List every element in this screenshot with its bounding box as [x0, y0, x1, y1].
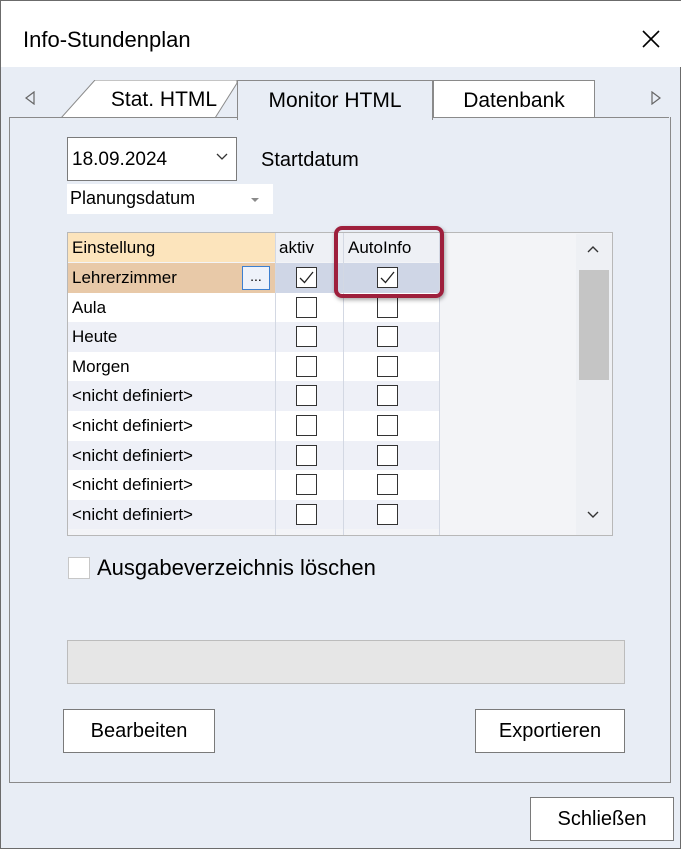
window-title: Info-Stundenplan: [23, 27, 191, 52]
dropdown-arrow-icon: [251, 198, 259, 202]
column-header-aktiv[interactable]: aktiv: [275, 233, 343, 262]
autoinfo-highlight-box: [334, 226, 444, 298]
row-name-cell[interactable]: <nicht definiert>: [68, 470, 275, 500]
triangle-left-icon: [25, 90, 35, 106]
row-name-cell[interactable]: <nicht definiert>: [68, 411, 275, 441]
tab-scroll-right-button[interactable]: [651, 90, 661, 110]
triangle-right-icon: [651, 90, 661, 106]
tab-monitor-html-label: Monitor HTML: [268, 89, 402, 112]
scrollbar-thumb[interactable]: [579, 270, 609, 380]
tab-datenbank-label: Datenbank: [463, 89, 565, 112]
chevron-down-icon: [216, 153, 228, 160]
delete-output-dir-label: Ausgabeverzeichnis löschen: [97, 555, 376, 580]
autoinfo-checkbox[interactable]: [377, 326, 398, 348]
row-name-cell[interactable]: <nicht definiert>: [68, 381, 275, 411]
autoinfo-checkbox[interactable]: [377, 415, 398, 436]
autoinfo-checkbox[interactable]: [377, 444, 398, 466]
autoinfo-checkbox[interactable]: [377, 355, 398, 377]
title-bar: Info-Stundenplan: [1, 1, 681, 67]
row-name-cell[interactable]: Heute: [68, 322, 275, 352]
row-name-cell[interactable]: Morgen: [68, 351, 275, 382]
chevron-down-icon[interactable]: [586, 510, 600, 520]
progress-bar: [67, 640, 625, 684]
aktiv-checkbox[interactable]: [296, 415, 317, 436]
close-icon: [642, 30, 660, 48]
aktiv-checkbox[interactable]: [296, 474, 317, 496]
start-date-value: 18.09.2024: [72, 149, 168, 170]
date-type-value: Planungsdatum: [70, 188, 196, 208]
autoinfo-checkbox[interactable]: [377, 385, 398, 407]
autoinfo-checkbox[interactable]: [377, 296, 398, 318]
grid-scrollbar[interactable]: [576, 234, 612, 535]
delete-output-dir-checkbox[interactable]: [68, 557, 90, 579]
aktiv-checkbox[interactable]: [296, 267, 317, 288]
aktiv-checkbox[interactable]: [296, 355, 317, 377]
aktiv-checkbox[interactable]: [296, 444, 317, 466]
aktiv-checkbox[interactable]: [296, 326, 317, 348]
row-name-cell[interactable]: Aula: [68, 292, 275, 323]
checkmark-icon: [299, 271, 314, 284]
dialog-window: Info-Stundenplan Stat. HTML Monitor HTML…: [0, 0, 681, 849]
tab-monitor-html[interactable]: Monitor HTML: [237, 80, 433, 120]
row-name-cell[interactable]: <nicht definiert>: [68, 499, 275, 530]
tab-stat-html-label: Stat. HTML: [110, 88, 218, 111]
row-options-button[interactable]: ...: [242, 266, 270, 290]
chevron-up-icon[interactable]: [586, 244, 600, 254]
tab-datenbank[interactable]: Datenbank: [433, 80, 595, 118]
autoinfo-checkbox[interactable]: [377, 474, 398, 496]
tab-stat-html[interactable]: Stat. HTML: [61, 80, 237, 118]
close-button[interactable]: Schließen: [530, 797, 674, 841]
row-name-cell[interactable]: <nicht definiert>: [68, 440, 275, 471]
aktiv-checkbox[interactable]: [296, 385, 317, 407]
start-date-label: Startdatum: [261, 149, 359, 171]
start-date-picker[interactable]: 18.09.2024: [67, 137, 237, 181]
aktiv-checkbox[interactable]: [296, 503, 317, 525]
column-header-einstellung[interactable]: Einstellung: [68, 233, 275, 262]
tab-scroll-left-button[interactable]: [25, 90, 35, 110]
autoinfo-checkbox[interactable]: [377, 503, 398, 525]
date-type-select[interactable]: Planungsdatum: [67, 184, 273, 214]
export-button[interactable]: Exportieren: [475, 709, 625, 753]
edit-button[interactable]: Bearbeiten: [63, 709, 215, 753]
close-window-button[interactable]: [629, 19, 673, 59]
grid-column-divider: [275, 233, 276, 535]
aktiv-checkbox[interactable]: [296, 296, 317, 318]
